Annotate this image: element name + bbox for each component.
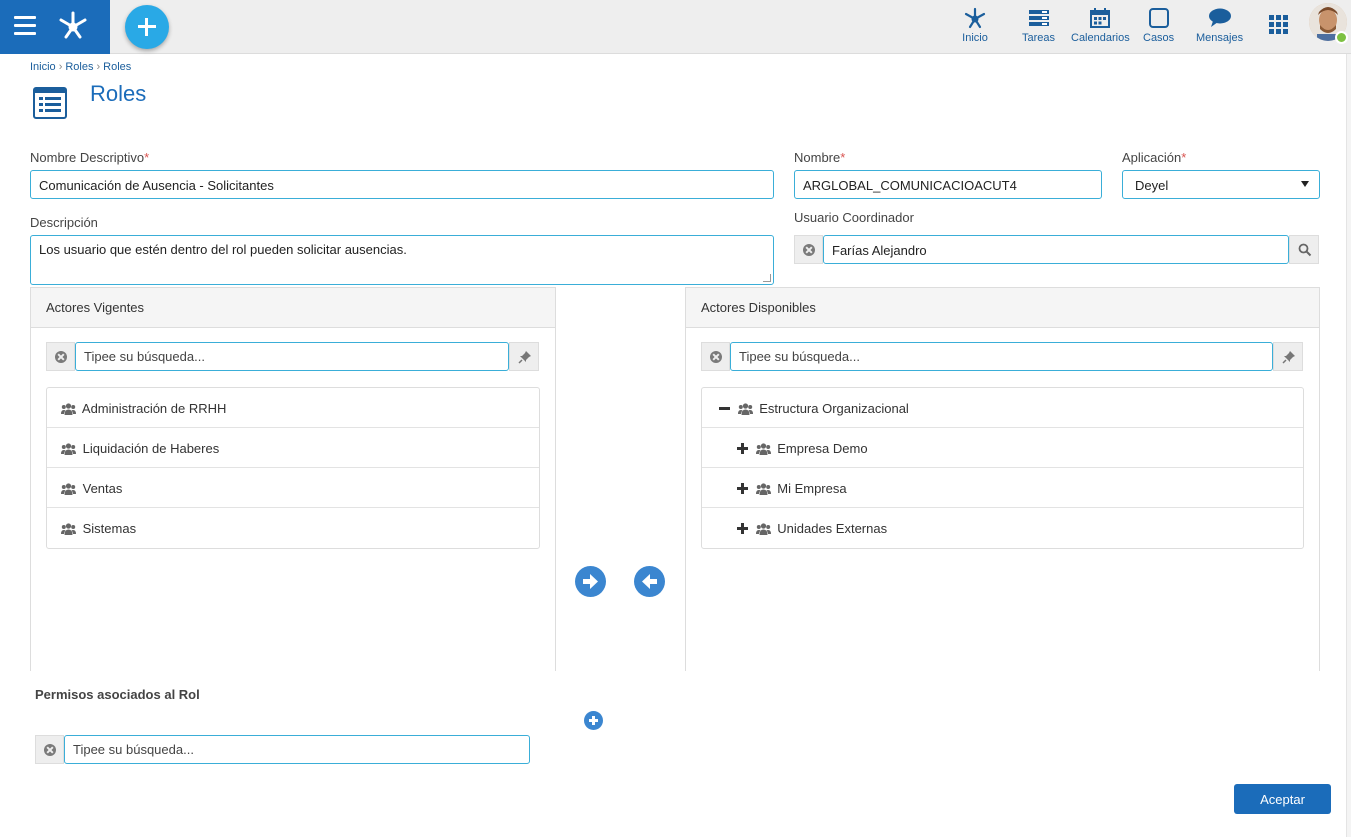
cases-icon [1148, 8, 1169, 28]
breadcrumb-roles-current[interactable]: Roles [103, 61, 131, 73]
list-item[interactable]: Liquidación de Haberes [47, 428, 539, 468]
descripcion-value: Los usuario que estén dentro del rol pue… [39, 242, 407, 257]
actor-label: Sistemas [82, 521, 137, 536]
tree-node-label: Empresa Demo [777, 441, 868, 456]
process-icon [964, 7, 986, 29]
expand-icon[interactable] [737, 523, 748, 534]
clear-permisos-search-button[interactable] [35, 735, 64, 764]
clear-icon [55, 351, 67, 363]
resize-handle-icon[interactable] [763, 274, 771, 282]
list-item[interactable]: Administración de RRHH [47, 388, 539, 428]
clear-disponibles-search-button[interactable] [701, 342, 730, 371]
online-status-indicator [1335, 31, 1348, 44]
brand-area [0, 0, 110, 54]
collapse-icon[interactable] [719, 403, 730, 414]
clear-icon [710, 351, 722, 363]
accept-button[interactable]: Aceptar [1234, 784, 1331, 814]
add-permiso-button[interactable] [584, 711, 603, 730]
list-item[interactable]: Sistemas [47, 508, 539, 548]
nav-calendarios[interactable]: Calendarios [1071, 6, 1130, 44]
top-bar: Inicio Tareas Calendarios Casos Mensajes [0, 0, 1351, 54]
nombre-descriptivo-field[interactable]: Comunicación de Ausencia - Solicitantes [30, 170, 774, 199]
pin-icon [1282, 351, 1295, 364]
usuario-coordinador-field[interactable]: Farías Alejandro [823, 235, 1289, 264]
vigentes-search-input[interactable] [75, 342, 509, 371]
clear-icon [44, 744, 56, 756]
deyel-logo-icon[interactable] [56, 8, 90, 42]
nombre-label: Nombre* [794, 150, 846, 165]
calendar-icon [1090, 8, 1111, 28]
clear-icon [803, 244, 815, 256]
usuario-coordinador-label: Usuario Coordinador [794, 210, 914, 225]
tree-node[interactable]: Mi Empresa [702, 468, 1303, 508]
permisos-section-title: Permisos asociados al Rol [35, 687, 200, 702]
tree-node[interactable]: Empresa Demo [702, 428, 1303, 468]
users-group-icon [61, 403, 76, 415]
aplicacion-selected-value: Deyel [1135, 178, 1169, 193]
tree-node-root[interactable]: Estructura Organizacional [702, 388, 1303, 428]
breadcrumb: Inicio › Roles › Roles [30, 61, 132, 73]
breadcrumb-roles[interactable]: Roles [65, 61, 93, 73]
breadcrumb-inicio[interactable]: Inicio [30, 61, 56, 73]
pin-icon [518, 351, 531, 364]
actor-label: Liquidación de Haberes [82, 441, 220, 456]
users-group-icon [61, 483, 76, 495]
users-group-icon [755, 443, 771, 455]
apps-grid-icon[interactable] [1269, 15, 1289, 35]
nav-casos[interactable]: Casos [1143, 6, 1174, 44]
nav-inicio[interactable]: Inicio [962, 6, 988, 44]
permisos-search-input[interactable] [64, 735, 530, 764]
list-item[interactable]: Ventas [47, 468, 539, 508]
disponibles-search-input[interactable] [730, 342, 1273, 371]
actores-vigentes-title: Actores Vigentes [31, 288, 555, 328]
nav-casos-label: Casos [1143, 32, 1175, 44]
search-coordinador-button[interactable] [1289, 235, 1319, 264]
nav-mensajes[interactable]: Mensajes [1196, 6, 1243, 44]
nav-mensajes-label: Mensajes [1196, 32, 1244, 44]
actores-disponibles-tree: Estructura Organizacional Empresa Demo M… [701, 387, 1304, 549]
aplicacion-select[interactable]: Deyel [1122, 170, 1320, 199]
arrow-left-icon [642, 574, 657, 589]
pin-disponibles-button[interactable] [1273, 342, 1303, 371]
actor-label: Administración de RRHH [81, 401, 227, 416]
nombre-field[interactable]: ARGLOBAL_COMUNICACIOACUT4 [794, 170, 1102, 199]
pin-vigentes-button[interactable] [509, 342, 539, 371]
users-group-icon [755, 523, 771, 535]
messages-icon [1208, 8, 1231, 27]
page-scrollbar[interactable] [1346, 54, 1351, 837]
move-left-button[interactable] [634, 566, 665, 597]
users-group-icon [755, 483, 771, 495]
nav-tareas-label: Tareas [1022, 32, 1056, 44]
move-right-button[interactable] [575, 566, 606, 597]
nav-inicio-label: Inicio [962, 32, 988, 44]
actor-label: Ventas [82, 481, 123, 496]
expand-icon[interactable] [737, 443, 748, 454]
descripcion-label: Descripción [30, 215, 98, 230]
actores-disponibles-title: Actores Disponibles [686, 288, 1319, 328]
page-title: Roles [90, 81, 147, 106]
nav-calendarios-label: Calendarios [1071, 32, 1130, 44]
nav-tareas[interactable]: Tareas [1022, 6, 1055, 44]
nombre-descriptivo-label: Nombre Descriptivo* [30, 150, 150, 165]
hamburger-menu-icon[interactable] [14, 16, 36, 36]
tree-node-label: Unidades Externas [777, 521, 888, 536]
users-group-icon [61, 523, 76, 535]
roles-form-icon [33, 87, 67, 119]
descripcion-textarea[interactable]: Los usuario que estén dentro del rol pue… [30, 235, 774, 285]
users-group-icon [61, 443, 76, 455]
actores-vigentes-list: Administración de RRHH Liquidación de Ha… [46, 387, 540, 549]
tree-node-label: Mi Empresa [777, 481, 847, 496]
tree-node[interactable]: Unidades Externas [702, 508, 1303, 548]
aplicacion-label: Aplicación* [1122, 150, 1187, 165]
expand-icon[interactable] [737, 483, 748, 494]
create-new-button[interactable] [125, 5, 169, 49]
clear-coordinador-button[interactable] [794, 235, 823, 264]
dropdown-caret-icon [1301, 181, 1309, 187]
search-icon [1298, 243, 1312, 257]
tree-node-label: Estructura Organizacional [759, 401, 909, 416]
clear-vigentes-search-button[interactable] [46, 342, 75, 371]
arrow-right-icon [583, 574, 598, 589]
users-group-icon [737, 403, 753, 415]
tasks-icon [1028, 10, 1049, 26]
